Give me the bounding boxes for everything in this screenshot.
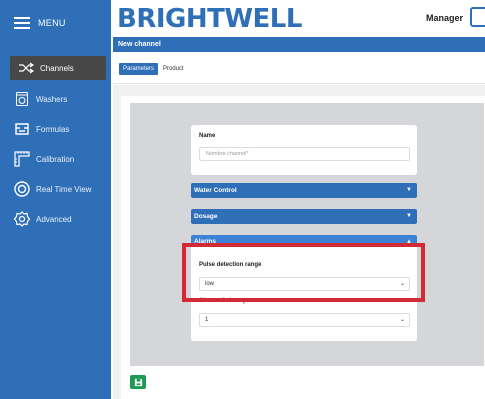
alarm-wait-select[interactable]: 1 ⌄ xyxy=(199,313,410,327)
gear-icon xyxy=(14,211,30,227)
tab-product[interactable]: Product xyxy=(159,63,188,75)
name-input[interactable]: Nombre channel* xyxy=(199,147,410,161)
washer-icon xyxy=(14,91,30,107)
section-label: Dosage xyxy=(194,213,218,220)
section-label: Water Control xyxy=(194,187,237,194)
page-title: New channel xyxy=(113,37,485,52)
brand-logo: BRIGHTWELL xyxy=(117,4,302,34)
sidebar-item-label: Channels xyxy=(40,63,74,73)
sidebar-item-label: Washers xyxy=(36,94,68,104)
sidebar-item-washers[interactable]: Washers xyxy=(0,87,111,111)
chevron-down-icon: ▼ xyxy=(406,213,412,219)
sidebar-item-formulas[interactable]: Formulas xyxy=(0,117,111,141)
chevron-down-icon: ▼ xyxy=(406,187,412,193)
sidebar: MENU Channels Washers Formulas Calibrati… xyxy=(0,0,111,399)
formulas-icon xyxy=(14,121,30,137)
section-water-control[interactable]: Water Control ▼ xyxy=(191,183,417,198)
sidebar-item-channels[interactable]: Channels xyxy=(10,56,106,80)
name-label: Name xyxy=(199,133,216,139)
section-dosage[interactable]: Dosage ▼ xyxy=(191,209,417,224)
highlight-box xyxy=(182,243,425,302)
tab-bar: Parameters Product xyxy=(113,52,485,84)
realtime-icon xyxy=(14,181,30,197)
sidebar-item-label: Real Time View xyxy=(36,184,92,194)
save-button[interactable] xyxy=(130,375,146,389)
channels-icon xyxy=(18,60,34,76)
sidebar-item-label: Calibration xyxy=(36,154,75,164)
save-icon xyxy=(134,378,142,386)
menu-label: MENU xyxy=(38,18,66,28)
select-value: 1 xyxy=(205,317,209,323)
logout-icon[interactable] xyxy=(470,7,485,27)
user-name: Manager xyxy=(426,13,464,23)
sidebar-item-label: Advanced xyxy=(36,214,72,224)
sidebar-item-realtime[interactable]: Real Time View xyxy=(0,177,111,201)
sidebar-item-label: Formulas xyxy=(36,124,70,134)
tab-parameters[interactable]: Parameters xyxy=(119,63,159,75)
calibration-icon xyxy=(14,151,30,167)
hamburger-icon xyxy=(14,17,30,29)
chevron-down-icon: ⌄ xyxy=(399,317,405,323)
menu-toggle[interactable]: MENU xyxy=(14,12,66,34)
sidebar-item-advanced[interactable]: Advanced xyxy=(0,207,111,231)
sidebar-item-calibration[interactable]: Calibration xyxy=(0,147,111,171)
